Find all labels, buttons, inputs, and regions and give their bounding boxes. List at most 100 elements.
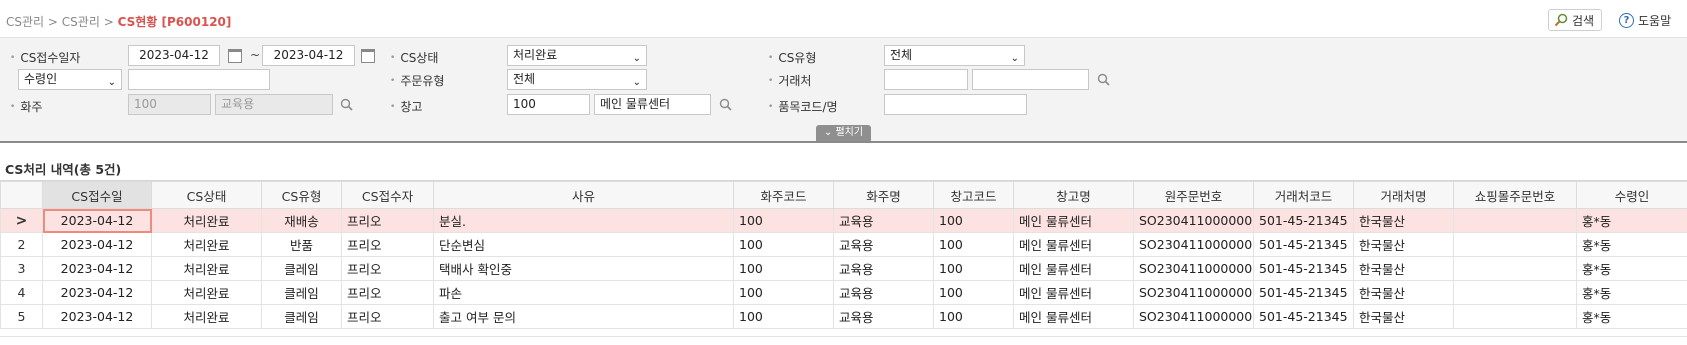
- cell-recipient[interactable]: 홍*동: [1576, 232, 1687, 257]
- cell-client-name[interactable]: 한국물산: [1353, 232, 1454, 257]
- cell-order-no[interactable]: SO2304110000002: [1133, 256, 1254, 281]
- cell-wh-code[interactable]: 100: [933, 304, 1014, 329]
- cell-owner-name[interactable]: 교육용: [833, 256, 934, 281]
- cell-staff[interactable]: 프리오: [341, 280, 434, 305]
- cell-staff[interactable]: 프리오: [341, 208, 434, 233]
- cell-mall-order[interactable]: [1453, 208, 1577, 233]
- cell-client-name[interactable]: 한국물산: [1353, 304, 1454, 329]
- cell-order-no[interactable]: SO2304110000002: [1133, 208, 1254, 233]
- cell-date[interactable]: 2023-04-12: [42, 208, 152, 233]
- order-type-select[interactable]: 전체 ⌄: [507, 69, 647, 90]
- table-row[interactable]: > 2023-04-12 처리완료 재배송 프리오 분실. 100 교육용 10…: [0, 208, 1687, 233]
- column-header[interactable]: CS접수자: [341, 181, 434, 209]
- cell-client-code[interactable]: 501-45-21345: [1253, 232, 1354, 257]
- column-header[interactable]: 수령인: [1576, 181, 1687, 209]
- owner-search-button[interactable]: [337, 95, 356, 114]
- calendar-icon[interactable]: [361, 49, 375, 63]
- cell-wh-code[interactable]: 100: [933, 256, 1014, 281]
- cell-owner-code[interactable]: 100: [733, 256, 834, 281]
- client-search-button[interactable]: [1094, 70, 1113, 89]
- cell-client-code[interactable]: 501-45-21345: [1253, 304, 1354, 329]
- cell-recipient[interactable]: 홍*동: [1576, 208, 1687, 233]
- cell-status[interactable]: 처리완료: [151, 304, 262, 329]
- cell-status[interactable]: 처리완료: [151, 280, 262, 305]
- cell-mall-order[interactable]: [1453, 256, 1577, 281]
- column-header[interactable]: 쇼핑몰주문번호: [1453, 181, 1577, 209]
- receiver-type-select[interactable]: 수령인 ⌄: [18, 69, 122, 90]
- column-header[interactable]: 사유: [433, 181, 734, 209]
- warehouse-search-button[interactable]: [716, 95, 735, 114]
- column-header[interactable]: 원주문번호: [1133, 181, 1254, 209]
- cell-mall-order[interactable]: [1453, 304, 1577, 329]
- cell-client-code[interactable]: 501-45-21345: [1253, 280, 1354, 305]
- cell-staff[interactable]: 프리오: [341, 232, 434, 257]
- cell-owner-name[interactable]: 교육용: [833, 304, 934, 329]
- receiver-input[interactable]: [128, 69, 270, 90]
- column-header[interactable]: 화주코드: [733, 181, 834, 209]
- cell-wh-name[interactable]: 메인 물류센터: [1013, 232, 1134, 257]
- item-input[interactable]: [884, 94, 1027, 115]
- cell-wh-code[interactable]: 100: [933, 280, 1014, 305]
- cell-status[interactable]: 처리완료: [151, 256, 262, 281]
- cell-owner-code[interactable]: 100: [733, 280, 834, 305]
- column-header[interactable]: 거래처명: [1353, 181, 1454, 209]
- cell-date[interactable]: 2023-04-12: [42, 280, 152, 305]
- cell-recipient[interactable]: 홍*동: [1576, 280, 1687, 305]
- cell-type[interactable]: 재배송: [261, 208, 342, 233]
- cell-client-name[interactable]: 한국물산: [1353, 280, 1454, 305]
- column-header[interactable]: 창고코드: [933, 181, 1014, 209]
- table-row[interactable]: 5 2023-04-12 처리완료 클레임 프리오 출고 여부 문의 100 교…: [0, 304, 1687, 329]
- cell-wh-code[interactable]: 100: [933, 208, 1014, 233]
- cell-mall-order[interactable]: [1453, 280, 1577, 305]
- column-header[interactable]: 창고명: [1013, 181, 1134, 209]
- cell-order-no[interactable]: SO2304110000002: [1133, 304, 1254, 329]
- cell-status[interactable]: 처리완료: [151, 232, 262, 257]
- cell-recipient[interactable]: 홍*동: [1576, 256, 1687, 281]
- cell-status[interactable]: 처리완료: [151, 208, 262, 233]
- cell-owner-name[interactable]: 교육용: [833, 232, 934, 257]
- warehouse-code-input[interactable]: 100: [507, 94, 590, 115]
- cell-staff[interactable]: 프리오: [341, 304, 434, 329]
- cell-wh-name[interactable]: 메인 물류센터: [1013, 208, 1134, 233]
- cell-recipient[interactable]: 홍*동: [1576, 304, 1687, 329]
- client-name-input[interactable]: [972, 69, 1089, 90]
- cell-wh-code[interactable]: 100: [933, 232, 1014, 257]
- cell-owner-name[interactable]: 교육용: [833, 208, 934, 233]
- cell-reason[interactable]: 파손: [433, 280, 734, 305]
- cell-reason[interactable]: 분실.: [433, 208, 734, 233]
- cell-type[interactable]: 반품: [261, 232, 342, 257]
- client-code-input[interactable]: [884, 69, 968, 90]
- cell-client-name[interactable]: 한국물산: [1353, 208, 1454, 233]
- breadcrumb-item[interactable]: CS관리: [6, 15, 44, 29]
- column-header[interactable]: CS유형: [261, 181, 342, 209]
- date-from-input[interactable]: 2023-04-12: [128, 45, 220, 66]
- cell-owner-code[interactable]: 100: [733, 208, 834, 233]
- cell-date[interactable]: 2023-04-12: [42, 304, 152, 329]
- cell-wh-name[interactable]: 메인 물류센터: [1013, 280, 1134, 305]
- cell-reason[interactable]: 출고 여부 문의: [433, 304, 734, 329]
- cell-owner-code[interactable]: 100: [733, 304, 834, 329]
- cell-mall-order[interactable]: [1453, 232, 1577, 257]
- cell-type[interactable]: 클레임: [261, 280, 342, 305]
- search-button[interactable]: 검색: [1548, 9, 1602, 31]
- cell-reason[interactable]: 택배사 확인중: [433, 256, 734, 281]
- cell-wh-name[interactable]: 메인 물류센터: [1013, 304, 1134, 329]
- breadcrumb-item[interactable]: CS관리: [62, 15, 100, 29]
- cs-status-select[interactable]: 처리완료 ⌄: [507, 45, 647, 66]
- table-row[interactable]: 4 2023-04-12 처리완료 클레임 프리오 파손 100 교육용 100…: [0, 280, 1687, 305]
- column-header[interactable]: 화주명: [833, 181, 934, 209]
- warehouse-name-input[interactable]: 메인 물류센터: [594, 94, 711, 115]
- help-button[interactable]: ? 도움말: [1614, 9, 1680, 31]
- column-header[interactable]: 거래처코드: [1253, 181, 1354, 209]
- cell-owner-code[interactable]: 100: [733, 232, 834, 257]
- column-header[interactable]: CS상태: [151, 181, 262, 209]
- cell-order-no[interactable]: SO2304110000002: [1133, 232, 1254, 257]
- cell-staff[interactable]: 프리오: [341, 256, 434, 281]
- table-row[interactable]: 2 2023-04-12 처리완료 반품 프리오 단순변심 100 교육용 10…: [0, 232, 1687, 257]
- cell-client-code[interactable]: 501-45-21345: [1253, 256, 1354, 281]
- cell-type[interactable]: 클레임: [261, 256, 342, 281]
- table-row[interactable]: 3 2023-04-12 처리완료 클레임 프리오 택배사 확인중 100 교육…: [0, 256, 1687, 281]
- expand-toggle[interactable]: ⌄ 펼치기: [816, 125, 871, 141]
- calendar-icon[interactable]: [228, 49, 242, 63]
- cell-type[interactable]: 클레임: [261, 304, 342, 329]
